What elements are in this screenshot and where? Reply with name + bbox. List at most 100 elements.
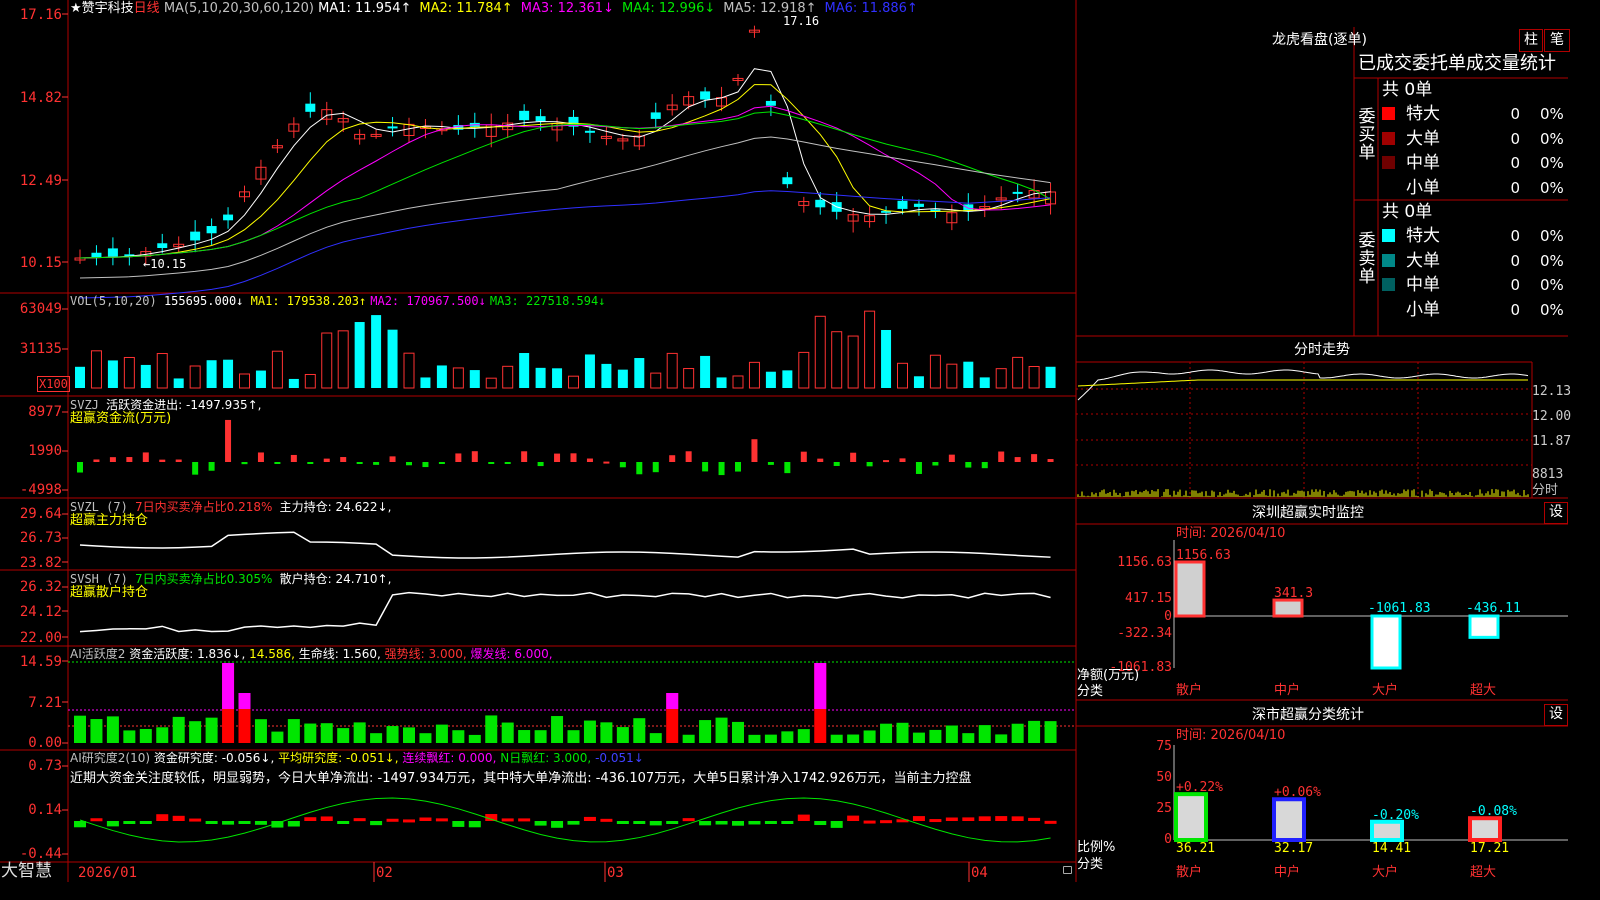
- sz-class-cat-2: 大户: [1372, 865, 1399, 880]
- activity-bar: [1011, 723, 1024, 743]
- activity-bar: [90, 719, 103, 743]
- activity-bar: [386, 726, 399, 743]
- app-logo: 大智慧: [1, 861, 52, 881]
- fund-flow-bar: [356, 462, 363, 464]
- bar-view-button[interactable]: 柱: [1519, 29, 1543, 52]
- sz-class-time: 时间: 2026/04/10: [1176, 728, 1286, 743]
- sz-class-tick-3: 25: [1156, 801, 1172, 816]
- candle-down: [387, 126, 398, 129]
- intraday-label-4: 8813: [1532, 467, 1564, 482]
- longhu-tab[interactable]: 已成交委托单成交量统计: [1358, 53, 1556, 75]
- research-bar: [518, 818, 531, 822]
- buy-row-pct-0: 0%: [1540, 105, 1564, 123]
- sw-buy-row-3-icon: [1382, 180, 1395, 194]
- sell-row-name-1: 大单: [1406, 250, 1440, 271]
- research-bar: [814, 821, 827, 826]
- ai-active-header: AI活跃度2 资金活跃度: 1.836↓, 14.586, 生命线: 1.560…: [70, 647, 553, 661]
- sell-row-pct-0: 0%: [1540, 227, 1564, 245]
- sell-row-count-0: 0: [1510, 227, 1520, 245]
- candle-down: [305, 103, 316, 112]
- candle-down: [91, 252, 102, 258]
- candle-down: [650, 112, 661, 119]
- volume-bar: [337, 330, 349, 389]
- candle-down: [815, 199, 826, 208]
- research-bar: [501, 818, 514, 822]
- fund-flow-bar: [455, 453, 462, 462]
- fund-flow-bar: [471, 451, 478, 462]
- intraday-label-2: 12.00: [1532, 409, 1572, 424]
- lock-icon[interactable]: [1063, 866, 1072, 874]
- activity-bar: [304, 723, 317, 743]
- sell-row-name-0: 特大: [1406, 226, 1440, 246]
- activity-bar: [501, 722, 514, 743]
- xaxis-label-2: 02: [376, 865, 393, 881]
- research-bar: [370, 821, 383, 826]
- volume-bar: [75, 366, 85, 388]
- sz-monitor-time: 时间: 2026/04/10: [1176, 526, 1286, 541]
- research-bar: [682, 818, 695, 822]
- sz-class-settings-button[interactable]: 设: [1544, 704, 1568, 726]
- research-bar: [847, 815, 860, 821]
- activity-bar: [995, 734, 1008, 743]
- sz-class-ylabel2: 分类: [1077, 857, 1104, 872]
- ratio-value-2: 14.41: [1372, 841, 1412, 856]
- activity-bar: [320, 723, 333, 743]
- buy-row-name-1: 大单: [1406, 128, 1440, 149]
- chart-canvas[interactable]: [0, 0, 1568, 882]
- fund-flow-bar: [554, 453, 561, 462]
- volume-bar: [814, 315, 826, 389]
- sz-class-cat-1: 中户: [1274, 865, 1301, 880]
- activity-bar: [797, 729, 810, 743]
- fund-flow-bar: [389, 456, 396, 462]
- volume-bar: [304, 373, 316, 389]
- activity-bar-top: [222, 663, 235, 709]
- volume-bar: [140, 364, 151, 388]
- buy-row-pct-3: 0%: [1540, 178, 1564, 197]
- volume-bar: [1028, 366, 1040, 389]
- sz-monitor-tick-2: 417.15: [1125, 591, 1172, 606]
- intraday-price-line: [1077, 369, 1529, 401]
- activity-bar: [962, 733, 975, 743]
- intraday-title: 分时走势: [1294, 342, 1350, 358]
- sz-monitor-settings-button[interactable]: 设: [1544, 502, 1568, 524]
- svzj-subtitle: 超赢资金流(万元): [70, 411, 172, 426]
- research-bar: [320, 816, 333, 821]
- activity-bar: [616, 727, 629, 743]
- activity-bar: [106, 716, 119, 743]
- research-bar: [435, 818, 448, 822]
- fund-flow-bar: [669, 455, 676, 462]
- fund-flow-bar: [603, 461, 610, 464]
- activity-bar: [764, 734, 777, 743]
- activity-bar: [978, 725, 991, 743]
- activity-bar: [287, 719, 300, 743]
- period-label[interactable]: 日线: [134, 1, 160, 16]
- stock-name[interactable]: 赞宇科技: [82, 1, 134, 16]
- svzl-tick-1: 29.64: [19, 506, 62, 522]
- net-value-3: -436.11: [1466, 601, 1521, 616]
- ma-value-3: MA3: 12.361↓: [520, 1, 614, 16]
- fund-flow-bar: [965, 462, 972, 468]
- ma-line-4: [79, 111, 1051, 259]
- candle-down: [913, 203, 924, 207]
- fund-flow-bar: [175, 459, 182, 462]
- volume-bar: [929, 354, 941, 389]
- activity-bar: [403, 727, 415, 743]
- xaxis-label-4: 04: [971, 865, 988, 881]
- volume-bar: [255, 370, 266, 388]
- sw-buy-row-2-icon: [1382, 156, 1395, 169]
- ai-active-tick-2: 7.21: [28, 695, 62, 711]
- fund-flow-bar: [208, 462, 215, 471]
- volume-bar: [831, 331, 843, 389]
- volume-bar: [90, 350, 102, 389]
- activity-bar: [419, 733, 432, 743]
- volume-bar: [519, 352, 530, 388]
- research-bar: [912, 816, 925, 821]
- volume-bar: [748, 361, 760, 389]
- volume-bar: [288, 378, 299, 388]
- ma-definition: MA(5,10,20,30,60,120): [163, 1, 314, 16]
- tick-view-button[interactable]: 笔: [1544, 29, 1570, 52]
- research-bar: [978, 816, 991, 821]
- volume-bar: [765, 371, 776, 388]
- price-tick-4: 10.15: [19, 255, 62, 271]
- favorite-star-icon[interactable]: ★: [70, 1, 82, 16]
